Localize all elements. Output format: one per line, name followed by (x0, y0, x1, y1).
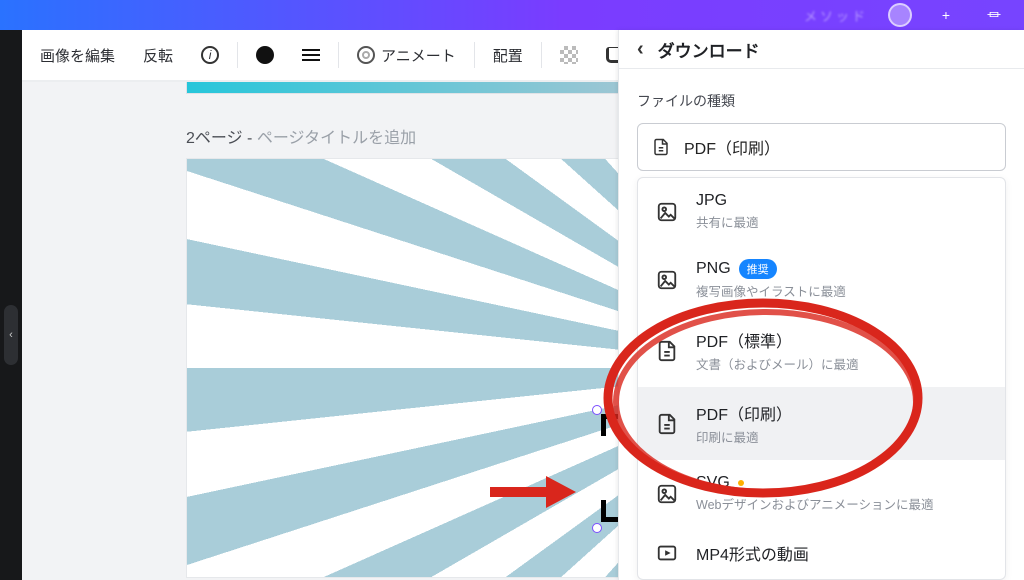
option-name: SVG (696, 474, 933, 492)
separator (474, 42, 475, 68)
left-rail: ‹ (0, 30, 22, 580)
transparency-button[interactable] (546, 37, 592, 73)
download-panel: ‹ ダウンロード ファイルの種類 PDF（印刷） JPG 共有に最適 PNG推奨… (618, 30, 1024, 580)
layout-button[interactable]: 配置 (479, 37, 537, 73)
separator (237, 42, 238, 68)
file-type-dropdown: JPG 共有に最適 PNG推奨 複写画像やイラストに最適 PDF（標準） 文書（… (637, 177, 1006, 580)
option-pdf-print[interactable]: PDF（印刷） 印刷に最適 (638, 387, 1005, 460)
back-button[interactable]: ‹ (637, 38, 644, 61)
avatar[interactable] (888, 3, 912, 27)
file-icon (656, 340, 678, 362)
option-desc: 印刷に最適 (696, 427, 792, 446)
info-icon: i (201, 46, 219, 64)
option-name: JPG (696, 192, 759, 210)
animate-button[interactable]: アニメート (343, 37, 470, 73)
option-desc: 複写画像やイラストに最適 (696, 281, 846, 300)
plus-button[interactable]: + (932, 5, 960, 25)
chart-button[interactable]: ⏛ (980, 5, 1008, 25)
app-title-bar: メソッド + ⏛ (0, 0, 1024, 30)
video-icon (656, 542, 678, 564)
resize-handle[interactable] (592, 523, 602, 533)
option-png[interactable]: PNG推奨 複写画像やイラストに最適 (638, 245, 1005, 314)
option-svg[interactable]: SVG Webデザインおよびアニメーションに最適 (638, 460, 1005, 527)
separator (338, 42, 339, 68)
option-pdf-standard[interactable]: PDF（標準） 文書（およびメール）に最適 (638, 314, 1005, 387)
page-title-row[interactable]: 2ページ - ページタイトルを追加 (186, 124, 416, 148)
file-icon (656, 413, 678, 435)
panel-title: ダウンロード (658, 37, 760, 62)
option-desc: 共有に最適 (696, 212, 759, 231)
recommended-badge: 推奨 (739, 259, 777, 279)
info-button[interactable]: i (187, 37, 233, 73)
color-dot-icon (256, 46, 274, 64)
separator (541, 42, 542, 68)
animate-label: アニメート (381, 45, 456, 66)
option-name: PDF（印刷） (696, 401, 792, 425)
edit-image-button[interactable]: 画像を編集 (26, 37, 129, 73)
option-name: PDF（標準） (696, 328, 859, 352)
image-icon (656, 269, 678, 291)
page-title-placeholder[interactable]: ページタイトルを追加 (257, 130, 416, 147)
fill-color-button[interactable] (242, 37, 288, 73)
annotation-arrow (488, 474, 578, 510)
animate-icon (357, 46, 375, 64)
file-icon (652, 138, 670, 156)
file-type-selected: PDF（印刷） (684, 135, 780, 159)
blurred-menu-text: メソッド (804, 6, 868, 25)
option-name: PNG推奨 (696, 259, 846, 279)
option-jpg[interactable]: JPG 共有に最適 (638, 178, 1005, 245)
lines-icon (302, 49, 320, 61)
resize-handle[interactable] (592, 405, 602, 415)
option-desc: Webデザインおよびアニメーションに最適 (696, 494, 933, 513)
page-number: 2ページ - (186, 130, 257, 147)
pro-dot-icon (738, 480, 744, 486)
file-type-label: ファイルの種類 (637, 91, 1006, 111)
file-type-select[interactable]: PDF（印刷） (637, 123, 1006, 171)
image-icon (656, 201, 678, 223)
flip-button[interactable]: 反転 (129, 37, 187, 73)
transparency-icon (560, 46, 578, 64)
panel-header: ‹ ダウンロード (619, 30, 1024, 69)
option-desc: 文書（およびメール）に最適 (696, 354, 859, 373)
image-icon (656, 483, 678, 505)
rail-expand-handle[interactable]: ‹ (4, 305, 18, 365)
option-mp4[interactable]: MP4形式の動画 (638, 527, 1005, 579)
option-name: MP4形式の動画 (696, 541, 809, 565)
border-style-button[interactable] (288, 37, 334, 73)
